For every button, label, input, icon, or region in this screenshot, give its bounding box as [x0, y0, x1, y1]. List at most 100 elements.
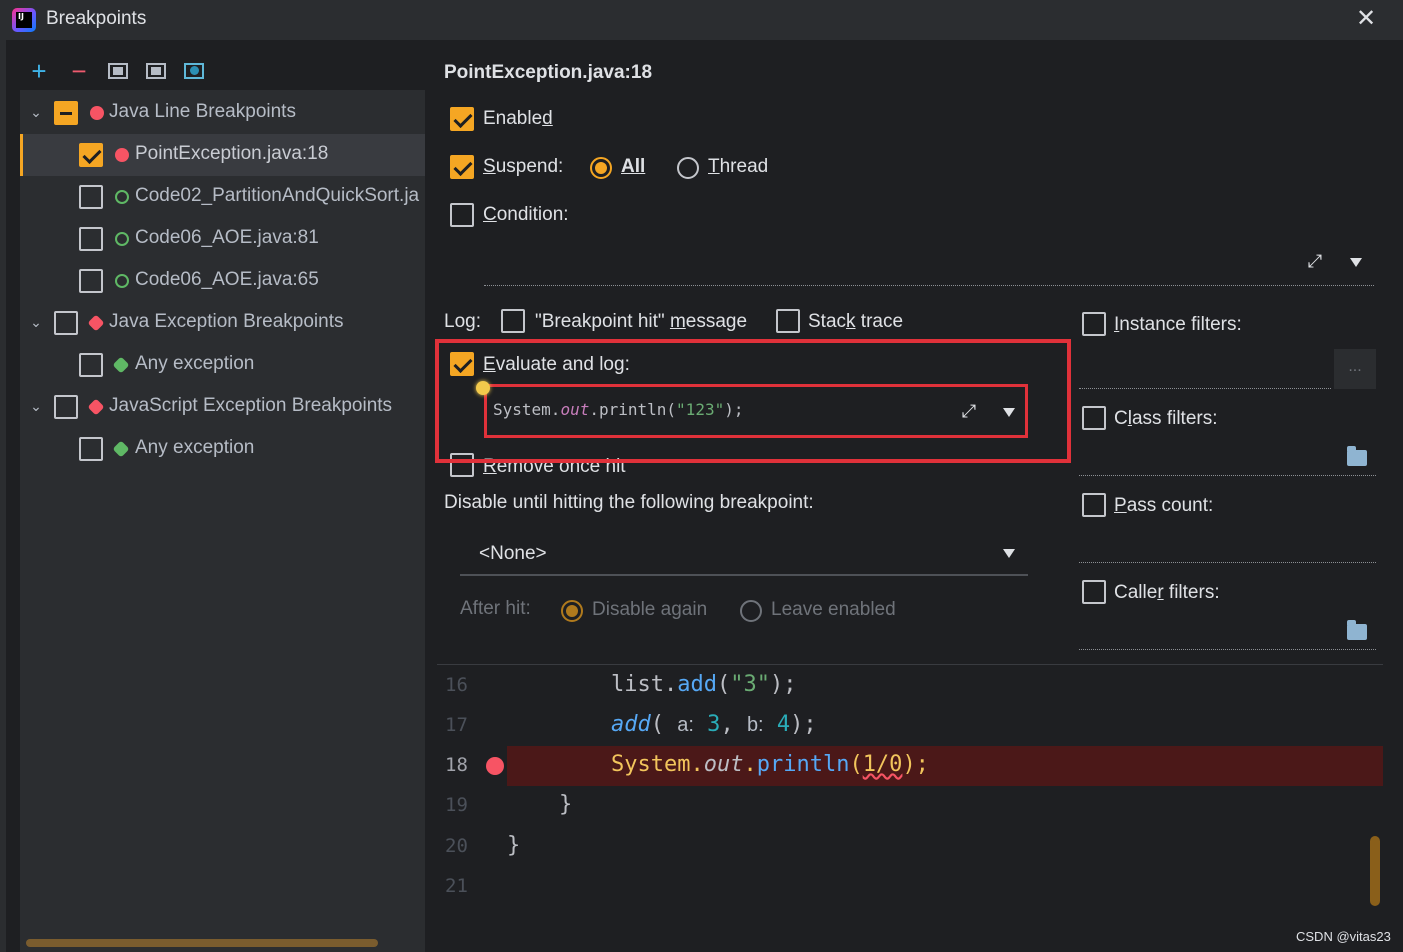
- condition-checkbox[interactable]: [450, 203, 474, 227]
- tree-group-label: Java Exception Breakpoints: [109, 311, 344, 332]
- chevron-down-icon[interactable]: ⌄: [28, 398, 44, 414]
- highlight-annotation: [435, 339, 1071, 463]
- log-message-checkbox[interactable]: [501, 309, 525, 333]
- code-line: 20 }: [437, 827, 1383, 867]
- leave-enabled-label: Leave enabled: [771, 599, 896, 620]
- tree-item-label: PointException.java:18: [135, 143, 329, 164]
- stack-trace-checkbox[interactable]: [776, 309, 800, 333]
- instance-filters-checkbox[interactable]: [1082, 312, 1106, 336]
- watermark: CSDN @vitas23: [1296, 929, 1391, 944]
- tree-group-java-line[interactable]: ⌄ Java Line Breakpoints: [20, 92, 425, 134]
- window-title: Breakpoints: [46, 8, 147, 29]
- line-number: 16: [445, 674, 468, 696]
- tree-item[interactable]: Code02_PartitionAndQuickSort.ja: [20, 176, 425, 218]
- hollow-green-dot-icon: [115, 274, 129, 288]
- exception-green-icon: [112, 356, 130, 374]
- enabled-checkbox[interactable]: [450, 107, 474, 131]
- folder-icon[interactable]: [1347, 446, 1367, 466]
- code-text: add( a: 3, b: 4);: [611, 712, 817, 737]
- hollow-green-dot-icon: [115, 232, 129, 246]
- stack-trace-label: Stack trace: [808, 311, 904, 332]
- log-label: Log:: [444, 311, 481, 332]
- chevron-down-icon[interactable]: ⌄: [28, 104, 44, 120]
- tree-item-label: Any exception: [135, 437, 255, 458]
- add-icon[interactable]: +: [26, 56, 52, 86]
- enabled-label: Enabled: [483, 108, 553, 129]
- suspend-thread-radio[interactable]: [677, 157, 699, 179]
- disable-until-label: Disable until hitting the following brea…: [444, 492, 814, 513]
- pass-count-checkbox[interactable]: [1082, 493, 1106, 517]
- exception-red-icon: [87, 398, 105, 416]
- item-checkbox[interactable]: [79, 185, 103, 209]
- leave-enabled-radio[interactable]: [740, 600, 762, 622]
- caller-filters-checkbox[interactable]: [1082, 580, 1106, 604]
- item-checkbox[interactable]: [79, 437, 103, 461]
- item-checkbox[interactable]: [79, 269, 103, 293]
- caller-filters-label: Caller filters:: [1114, 582, 1220, 603]
- tree-item-label: Code06_AOE.java:81: [135, 227, 319, 248]
- tree-item[interactable]: Code06_AOE.java:81: [20, 218, 425, 260]
- breakpoint-icon[interactable]: [486, 757, 504, 775]
- condition-label: Condition:: [483, 204, 569, 225]
- chevron-down-icon[interactable]: [1003, 549, 1015, 558]
- tree-item-label: Code02_PartitionAndQuickSort.ja: [135, 185, 420, 206]
- line-number: 17: [445, 714, 468, 736]
- group-by-package-icon[interactable]: [108, 63, 128, 79]
- code-editor-preview: 16 list.add("3"); 17 add( a: 3, b: 4); 1…: [437, 664, 1383, 952]
- item-checkbox[interactable]: [79, 353, 103, 377]
- group-by-class-icon[interactable]: [184, 63, 204, 79]
- code-line: 21: [437, 867, 1383, 907]
- group-by-file-icon[interactable]: [146, 63, 166, 79]
- group-checkbox[interactable]: [54, 395, 78, 419]
- red-dot-icon: [115, 148, 129, 162]
- condition-field[interactable]: [484, 285, 1374, 286]
- suspend-all-label: All: [621, 156, 646, 177]
- line-number: 20: [445, 835, 468, 857]
- tree-group-label: JavaScript Exception Breakpoints: [109, 395, 393, 416]
- group-checkbox[interactable]: [54, 311, 78, 335]
- class-filters-field[interactable]: [1079, 475, 1376, 476]
- line-number: 21: [445, 875, 468, 897]
- caller-filters-field[interactable]: [1079, 649, 1376, 650]
- breakpoint-tree: ⌄ Java Line Breakpoints PointException.j…: [20, 90, 425, 952]
- tree-item-label: Any exception: [135, 353, 255, 374]
- expand-icon[interactable]: ⤢: [1304, 250, 1326, 272]
- instance-filters-field[interactable]: [1079, 388, 1331, 389]
- remove-icon[interactable]: −: [66, 56, 92, 86]
- group-checkbox[interactable]: [54, 101, 78, 125]
- code-line: 17 add( a: 3, b: 4);: [437, 706, 1383, 746]
- item-checkbox[interactable]: [79, 143, 103, 167]
- suspend-checkbox[interactable]: [450, 155, 474, 179]
- code-line: 19 }: [437, 786, 1383, 826]
- disable-until-value: <None>: [479, 543, 547, 564]
- tree-item[interactable]: Code06_AOE.java:65: [20, 260, 425, 302]
- code-text: list.add("3");: [611, 672, 797, 697]
- tree-item[interactable]: Any exception: [20, 344, 425, 386]
- folder-icon[interactable]: [1347, 620, 1367, 640]
- tree-item[interactable]: Any exception: [20, 428, 425, 470]
- more-button[interactable]: ...: [1334, 349, 1376, 389]
- item-checkbox[interactable]: [79, 227, 103, 251]
- tree-group-label: Java Line Breakpoints: [109, 101, 296, 122]
- suspend-label: Suspend:: [483, 156, 564, 177]
- tree-group-javascript-exception[interactable]: ⌄ JavaScript Exception Breakpoints: [20, 386, 425, 428]
- chevron-down-icon[interactable]: ⌄: [28, 314, 44, 330]
- tree-group-java-exception[interactable]: ⌄ Java Exception Breakpoints: [20, 302, 425, 344]
- pass-count-label: Pass count:: [1114, 495, 1214, 516]
- left-edge: [0, 40, 6, 952]
- disable-again-radio[interactable]: [561, 600, 583, 622]
- close-icon[interactable]: ✕: [1352, 4, 1380, 34]
- vertical-scrollbar[interactable]: [1370, 836, 1380, 906]
- tree-item-selected[interactable]: PointException.java:18: [20, 134, 425, 176]
- line-number: 19: [445, 794, 468, 816]
- suspend-thread-label: Thread: [708, 156, 769, 177]
- code-text: }: [507, 833, 521, 858]
- suspend-all-radio[interactable]: [590, 157, 612, 179]
- code-line: 16 list.add("3");: [437, 666, 1383, 706]
- horizontal-scrollbar[interactable]: [26, 939, 378, 947]
- chevron-down-icon[interactable]: [1350, 258, 1362, 267]
- class-filters-label: Class filters:: [1114, 408, 1218, 429]
- pass-count-field[interactable]: [1079, 562, 1376, 563]
- class-filters-checkbox[interactable]: [1082, 406, 1106, 430]
- code-text: System.out.println(1/0);: [611, 752, 929, 777]
